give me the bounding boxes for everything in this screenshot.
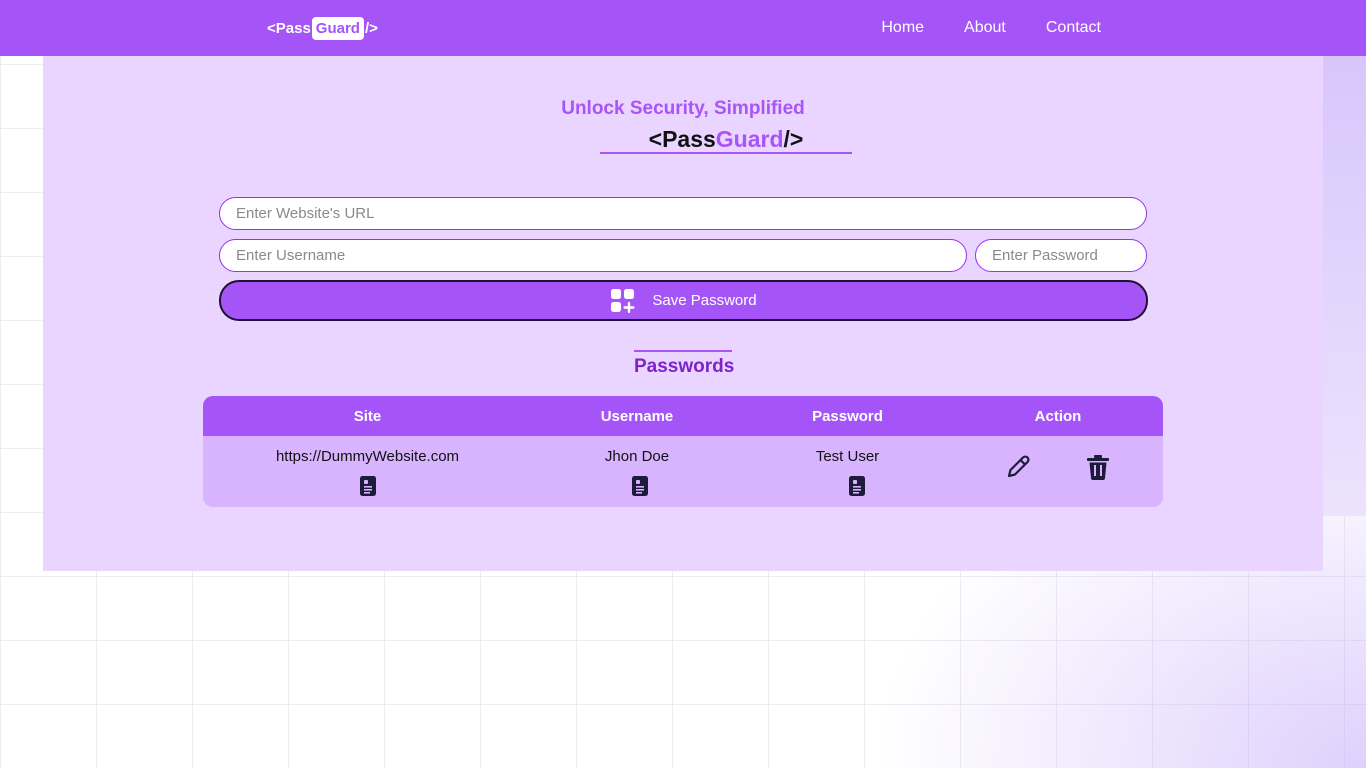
nav-link-about[interactable]: About xyxy=(964,19,1006,37)
username-input[interactable] xyxy=(219,239,967,272)
table-row: https://DummyWebsite.com Jhon Doe Test U… xyxy=(203,436,1163,507)
save-password-label: Save Password xyxy=(652,292,757,309)
nav-links: Home About Contact xyxy=(881,0,1101,56)
table-header: Site Username Password Action xyxy=(203,396,1163,436)
save-password-button[interactable]: Save Password xyxy=(219,280,1148,321)
site-cell: https://DummyWebsite.com xyxy=(203,447,532,507)
logo-close: /> xyxy=(364,19,378,37)
copy-icon[interactable] xyxy=(630,475,650,497)
column-header-site: Site xyxy=(353,407,382,425)
column-header-password: Password xyxy=(812,407,883,425)
trash-icon[interactable] xyxy=(1084,453,1112,481)
brand-logo[interactable]: <Pass Guard /> xyxy=(267,14,378,42)
action-cell xyxy=(953,447,1163,507)
copy-icon[interactable] xyxy=(847,475,867,497)
username-cell: Jhon Doe xyxy=(532,447,742,507)
copy-icon[interactable] xyxy=(358,475,378,497)
pencil-icon[interactable] xyxy=(1004,453,1032,481)
website-url-input[interactable] xyxy=(219,197,1147,230)
site-value[interactable]: https://DummyWebsite.com xyxy=(203,447,532,467)
username-value[interactable]: Jhon Doe xyxy=(532,447,742,467)
passwords-heading: Passwords xyxy=(634,350,734,378)
password-cell: Test User xyxy=(742,447,953,507)
nav-link-contact[interactable]: Contact xyxy=(1046,19,1101,37)
logo-accent: Guard xyxy=(311,16,364,40)
hero-title-open: <Pass xyxy=(648,126,716,152)
nav-link-home[interactable]: Home xyxy=(881,19,924,37)
passwords-table: Site Username Password Action https://Du… xyxy=(203,396,1163,507)
navbar: <Pass Guard /> Home About Contact xyxy=(0,0,1366,56)
column-header-action: Action xyxy=(1034,407,1082,425)
password-value[interactable]: Test User xyxy=(742,447,953,467)
tagline: Unlock Security, Simplified xyxy=(561,98,805,119)
logo-open: <Pass xyxy=(267,19,311,37)
background-glow xyxy=(1322,56,1366,516)
hero-title-close: /> xyxy=(783,126,804,152)
hero-title: <PassGuard/> xyxy=(600,126,852,154)
add-square-icon xyxy=(611,288,635,313)
password-input[interactable] xyxy=(975,239,1147,272)
column-header-username: Username xyxy=(600,407,674,425)
hero-title-accent: Guard xyxy=(715,126,784,152)
